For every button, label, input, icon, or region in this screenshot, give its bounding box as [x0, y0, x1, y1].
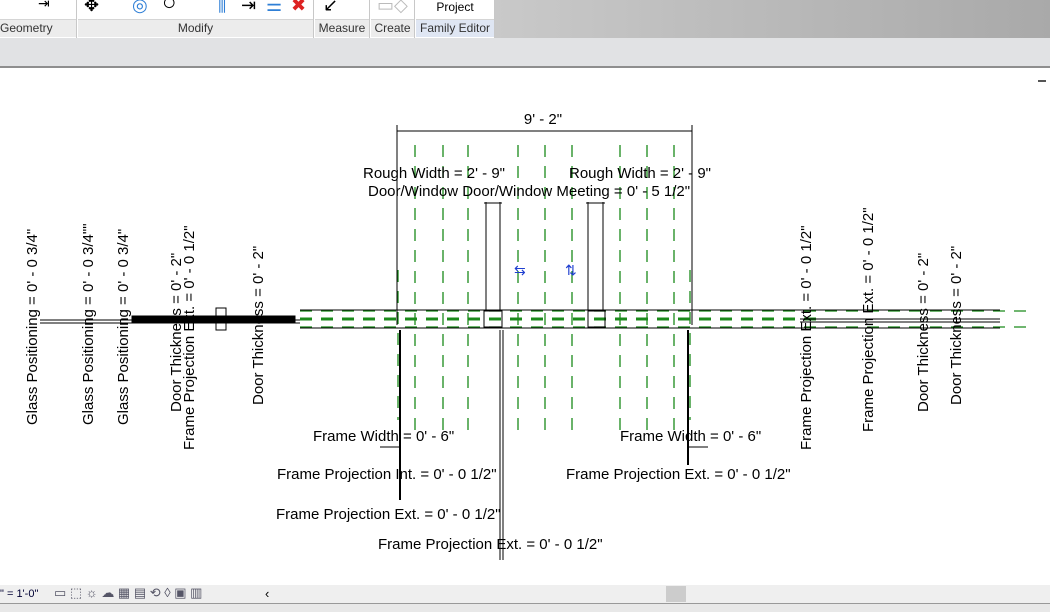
join-icon[interactable]: ⇥ [38, 0, 50, 12]
door-thickness-label[interactable]: Door Thickness = 0' - 2" [948, 246, 965, 405]
rough-width-left-label[interactable]: Rough Width = 2' - 9" [363, 165, 505, 182]
view-control-icons[interactable]: ▭ ⬚ ☼ ☁ ▦ ▤ ⟲ ◊ ▣ ▥ [54, 585, 202, 601]
delete-icon[interactable]: ✖ [291, 0, 306, 14]
overall-width-dimension[interactable]: 9' - 2" [524, 111, 562, 128]
drawing-canvas[interactable]: 9' - 2" Rough Width = 2' - 9" Rough Widt… [0, 68, 1050, 585]
view-control[interactable] [1038, 80, 1046, 82]
measure-icon[interactable]: ↙ [323, 0, 338, 14]
split-icon[interactable]: ⇥ [241, 0, 256, 14]
move-icon[interactable]: ✥ [84, 0, 99, 14]
view-control-bar: " = 1'-0" ▭ ⬚ ☼ ☁ ▦ ▤ ⟲ ◊ ▣ ▥ ‹ [0, 585, 1050, 603]
copy-icon[interactable]: ◎ [132, 0, 148, 14]
frame-width-left-label[interactable]: Frame Width = 0' - 6" [313, 428, 454, 445]
meeting-label[interactable]: Door/Window Door/Window Meeting = 0' - 5… [368, 183, 690, 200]
measure-panel: ↙ Measure [315, 0, 370, 38]
panel-label: Family Editor [416, 19, 494, 37]
frame-projection-int-label[interactable]: Frame Projection Int. = 0' - 0 1/2" [277, 466, 497, 483]
view-scale[interactable]: " = 1'-0" [0, 588, 38, 600]
ribbon: ⇥ Geometry ✥ ◎ ○ ⫼ ⇥ ☰ ✖ Modify ↙ Measur… [0, 0, 1050, 38]
flip-vertical-icon[interactable]: ⇅ [565, 262, 577, 278]
flip-horizontal-icon[interactable]: ⇆ [514, 262, 526, 278]
rotate-icon[interactable]: ○ [162, 0, 177, 15]
geometry-panel: ⇥ Geometry [0, 0, 77, 38]
panel-label: Create [371, 19, 414, 37]
load-into-project-button[interactable]: Project [416, 0, 494, 14]
rough-width-right-label[interactable]: Rough Width = 2' - 9" [569, 165, 711, 182]
panel-label: Modify [78, 19, 313, 37]
create-panel: ▭◇ Create [371, 0, 415, 38]
plan-view: 9' - 2" Rough Width = 2' - 9" Rough Widt… [24, 111, 1035, 560]
create-group-icon[interactable]: ▭◇ [377, 0, 408, 14]
panel-label: Measure [315, 19, 369, 37]
glass-positioning-label[interactable]: Glass Positioning = 0' - 0 3/4"" [80, 223, 97, 425]
scrollbar-thumb[interactable] [666, 586, 686, 602]
array-icon[interactable]: ☰ [266, 0, 282, 14]
modify-panel: ✥ ◎ ○ ⫼ ⇥ ☰ ✖ Modify [78, 0, 314, 38]
frame-projection-label[interactable]: Frame Projection Ext. = 0' - 0 1/2" [860, 207, 877, 432]
collapse-button[interactable]: ‹ [265, 586, 269, 601]
glass-positioning-label[interactable]: Glass Positioning = 0' - 0 3/4" [115, 229, 132, 425]
glass-positioning-label[interactable]: Glass Positioning = 0' - 0 3/4" [24, 229, 41, 425]
frame-width-right-label[interactable]: Frame Width = 0' - 6" [620, 428, 761, 445]
align-icon[interactable]: ⫼ [218, 0, 226, 14]
panel-label: Geometry [0, 19, 76, 37]
frame-projection-ext-label[interactable]: Frame Projection Ext. = 0' - 0 1/2" [566, 466, 791, 483]
options-bar [0, 38, 1050, 68]
frame-projection-ext-label[interactable]: Frame Projection Ext. = 0' - 0 1/2" [276, 506, 501, 523]
door-thickness-label[interactable]: Door Thickness = 0' - 2" [915, 253, 932, 412]
frame-projection-label[interactable]: Frame Projection Ext. = 0' - 0 1/2" [798, 225, 815, 450]
family-editor-panel: Project Family Editor [416, 0, 495, 38]
door-thickness-label[interactable]: Door Thickness = 0' - 2" [250, 246, 267, 405]
frame-projection-label[interactable]: Frame Projection Ext. = 0' - 0 1/2" [181, 225, 198, 450]
vertical-labels: Glass Positioning = 0' - 0 3/4" Glass Po… [24, 207, 965, 450]
frame-projection-ext-label[interactable]: Frame Projection Ext. = 0' - 0 1/2" [378, 536, 603, 553]
